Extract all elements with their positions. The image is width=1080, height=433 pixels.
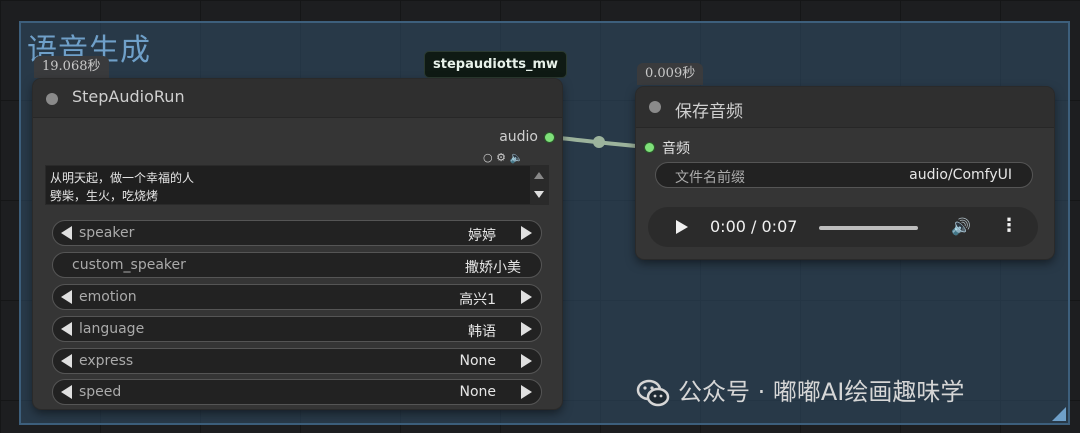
audio-input-slot[interactable] <box>644 142 655 153</box>
circle-icon[interactable]: ○ <box>483 151 493 164</box>
collapse-dot[interactable] <box>46 93 58 105</box>
decrement-arrow-icon[interactable] <box>61 322 72 336</box>
progress-bar[interactable] <box>819 226 918 230</box>
node-title: StepAudioRun <box>72 87 185 106</box>
node-header[interactable]: 保存音频 <box>636 87 1054 128</box>
text-line: 从明天起，做一个幸福的人 <box>50 171 195 185</box>
node-class-tag: stepaudiotts_mw <box>424 51 568 78</box>
widget-label: 文件名前缀 <box>675 170 745 186</box>
graph-canvas[interactable]: 语音生成 19.068秒 stepaudiotts_mw StepAudioRu… <box>0 0 1080 433</box>
node-mini-icons: ○ ⚙ 🔈 <box>483 151 523 164</box>
textarea-scrollbar[interactable] <box>530 166 548 204</box>
widget-label: language <box>79 321 145 337</box>
output-label: audio <box>499 129 538 145</box>
exec-time-badge: 0.009秒 <box>637 63 704 85</box>
increment-arrow-icon[interactable] <box>521 354 532 368</box>
scroll-up-icon[interactable] <box>534 172 544 179</box>
widget-value: audio/ComfyUI <box>909 167 1012 183</box>
volume-icon[interactable]: 🔊 <box>951 217 971 236</box>
step-audio-run-node[interactable]: StepAudioRun audio ○ ⚙ 🔈 从明天起，做一个幸福的人 劈柴… <box>33 79 562 409</box>
widget-label: express <box>79 353 134 369</box>
node-title: 保存音频 <box>675 102 743 122</box>
player-time: 0:00 / 0:07 <box>710 217 798 236</box>
decrement-arrow-icon[interactable] <box>61 226 72 240</box>
save-audio-node[interactable]: 保存音频 音频 文件名前缀 audio/ComfyUI 0:00 / 0:07 … <box>636 87 1054 259</box>
node-header[interactable]: StepAudioRun <box>33 79 562 118</box>
more-vertical-icon[interactable]: ⋮ <box>1000 215 1018 236</box>
play-icon[interactable] <box>676 220 688 234</box>
decrement-arrow-icon[interactable] <box>61 354 72 368</box>
widget-value: 婷婷 <box>468 228 496 244</box>
increment-arrow-icon[interactable] <box>521 385 532 399</box>
increment-arrow-icon[interactable] <box>521 322 532 336</box>
speed-widget[interactable]: speed None <box>52 379 542 405</box>
decrement-arrow-icon[interactable] <box>61 290 72 304</box>
emotion-widget[interactable]: emotion 高兴1 <box>52 284 542 310</box>
widget-value: 撒娇小美 <box>465 260 521 276</box>
widget-label: speed <box>79 384 122 400</box>
widget-value: None <box>459 353 496 369</box>
link-center-dot[interactable] <box>593 136 605 148</box>
decrement-arrow-icon[interactable] <box>61 385 72 399</box>
settings-icon[interactable]: ⚙ <box>496 151 506 164</box>
collapse-dot[interactable] <box>649 101 661 113</box>
wechat-icon <box>636 379 670 407</box>
widget-label: speaker <box>79 225 135 241</box>
filename-prefix-widget[interactable]: 文件名前缀 audio/ComfyUI <box>655 162 1033 188</box>
text-line: 劈柴，生火，吃烧烤 <box>50 189 159 203</box>
input-label: 音频 <box>662 141 690 157</box>
widget-value: None <box>459 384 496 400</box>
widget-label: custom_speaker <box>72 257 186 273</box>
watermark-text: 公众号 · 嘟嘟AI绘画趣味学 <box>678 378 965 406</box>
increment-arrow-icon[interactable] <box>521 226 532 240</box>
language-widget[interactable]: language 韩语 <box>52 316 542 342</box>
audio-player[interactable]: 0:00 / 0:07 🔊 ⋮ <box>648 207 1038 247</box>
audio-output-slot[interactable] <box>544 132 555 143</box>
increment-arrow-icon[interactable] <box>521 290 532 304</box>
watermark: 公众号 · 嘟嘟AI绘画趣味学 <box>636 372 964 410</box>
express-widget[interactable]: express None <box>52 348 542 374</box>
widget-value: 高兴1 <box>459 292 496 308</box>
custom-speaker-widget[interactable]: custom_speaker 撒娇小美 <box>52 252 542 278</box>
speaker-widget[interactable]: speaker 婷婷 <box>52 220 542 246</box>
text-input[interactable]: 从明天起，做一个幸福的人 劈柴，生火，吃烧烤 <box>45 165 549 205</box>
scroll-down-icon[interactable] <box>534 191 544 198</box>
exec-time-badge: 19.068秒 <box>34 56 109 78</box>
speaker-icon[interactable]: 🔈 <box>509 151 523 164</box>
widget-label: emotion <box>79 289 137 305</box>
widget-value: 韩语 <box>468 324 496 340</box>
